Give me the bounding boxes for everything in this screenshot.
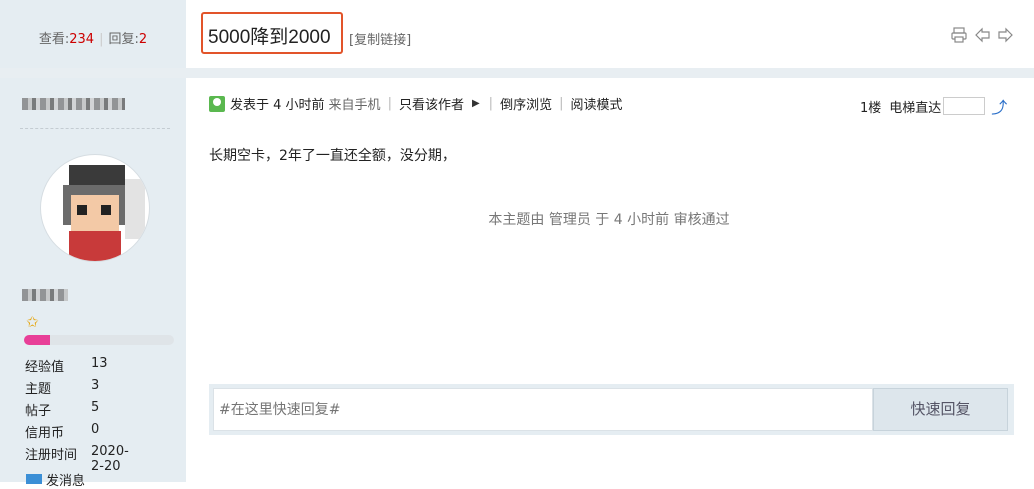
- stat-row: 注册时间 2020-2-20: [25, 444, 129, 474]
- quick-reply-button[interactable]: 快速回复: [873, 388, 1008, 431]
- post-toolbar: 发表于 4 小时前 来自手机 | 只看该作者 ▶ | 倒序浏览 | 阅读模式: [209, 94, 622, 113]
- jump-arrow-icon[interactable]: ⤴: [991, 94, 1007, 118]
- toolbar-divider: |: [559, 96, 564, 111]
- only-author-link[interactable]: 只看该作者: [399, 94, 464, 113]
- stat-row: 主题 3: [25, 378, 99, 397]
- send-message-link[interactable]: 发消息: [46, 470, 85, 489]
- sidebar-divider: [20, 128, 170, 129]
- stat-row: 信用币 0: [25, 422, 99, 441]
- stat-value[interactable]: 5: [91, 400, 99, 415]
- reading-mode-link[interactable]: 阅读模式: [570, 94, 622, 113]
- stat-label: 信用币: [25, 426, 65, 441]
- views-count: 234: [69, 32, 95, 47]
- replies-count: 2: [138, 32, 148, 47]
- thread-title: 5000降到2000: [208, 27, 331, 48]
- from-mobile[interactable]: 来自手机: [329, 94, 381, 113]
- replies-label: 回复:: [108, 32, 139, 47]
- triangle-right-icon: ▶: [471, 98, 480, 109]
- level-progress-bar: [24, 335, 174, 345]
- divider-band: [0, 68, 1034, 78]
- author-group-redacted: [22, 289, 68, 301]
- star-icon: ✩: [26, 313, 39, 331]
- level-progress-fill: [24, 335, 50, 345]
- printer-icon[interactable]: [950, 26, 968, 44]
- floor-jump-input[interactable]: [943, 97, 986, 115]
- toolbar-divider: |: [387, 96, 392, 111]
- reverse-order-link[interactable]: 倒序浏览: [500, 94, 552, 113]
- stat-value[interactable]: 3: [91, 378, 99, 393]
- moderation-notice: 本主题由 管理员 于 4 小时前 审核通过: [488, 212, 730, 228]
- quick-reply-input[interactable]: [213, 388, 873, 431]
- online-user-icon: [209, 95, 225, 112]
- stats-divider: |: [99, 32, 104, 47]
- stat-value[interactable]: 13: [91, 356, 108, 371]
- thread-stats: 查看:234 | 回复:2: [0, 28, 186, 47]
- stat-label: 注册时间: [25, 448, 78, 463]
- floor-jump: 1楼 电梯直达 ⤴: [860, 94, 1007, 118]
- stat-label: 帖子: [25, 404, 52, 419]
- author-name-redacted[interactable]: [22, 98, 125, 110]
- copy-link[interactable]: [复制链接]: [349, 29, 411, 48]
- next-thread-icon[interactable]: [996, 26, 1014, 44]
- envelope-icon[interactable]: [26, 474, 42, 484]
- stat-value: 0: [91, 422, 100, 437]
- jump-label: 电梯直达: [889, 100, 942, 116]
- prev-thread-icon[interactable]: [974, 26, 992, 44]
- avatar[interactable]: [40, 154, 150, 262]
- toolbar-divider: |: [488, 96, 494, 111]
- views-label: 查看:: [38, 32, 70, 47]
- stat-label: 经验值: [25, 360, 65, 375]
- stat-value: 2020-2-20: [91, 444, 129, 474]
- floor-number[interactable]: 1楼: [860, 97, 881, 116]
- posted-time: 发表于 4 小时前: [230, 98, 325, 113]
- post-content: 长期空卡，2年了一直还全额，没分期，: [209, 148, 456, 164]
- stat-label: 主题: [25, 382, 52, 397]
- stat-row: 经验值 13: [25, 356, 108, 375]
- stat-row: 帖子 5: [25, 400, 99, 419]
